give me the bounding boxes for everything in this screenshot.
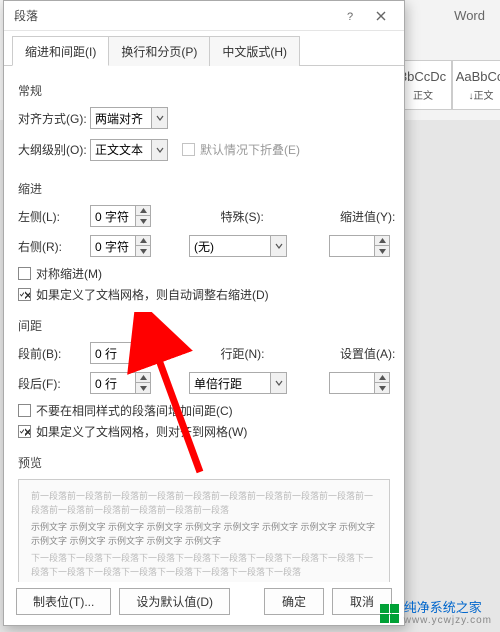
spacing-at-label: 设置值(A): bbox=[340, 345, 390, 362]
chevron-down-icon[interactable] bbox=[270, 236, 286, 256]
watermark-logo-icon bbox=[380, 604, 399, 623]
checkbox-icon bbox=[18, 267, 31, 280]
tab-line-page-breaks[interactable]: 换行和分页(P) bbox=[108, 36, 210, 66]
close-button[interactable] bbox=[366, 3, 396, 29]
collapse-checkbox[interactable]: 默认情况下折叠(E) bbox=[182, 141, 300, 158]
spin-down-icon[interactable] bbox=[375, 246, 389, 256]
spin-up-icon[interactable] bbox=[136, 236, 150, 246]
no-add-space-checkbox[interactable]: 不要在相同样式的段落间增加间距(C) bbox=[18, 402, 390, 419]
spin-up-icon[interactable] bbox=[136, 343, 150, 353]
style-body[interactable]: AaBbCcl ↓正文 bbox=[452, 60, 500, 110]
outline-input[interactable] bbox=[91, 140, 151, 160]
space-before-input[interactable] bbox=[91, 343, 135, 363]
line-spacing-combo[interactable] bbox=[189, 372, 287, 394]
spin-down-icon[interactable] bbox=[136, 246, 150, 256]
titlebar: 段落 ? bbox=[4, 1, 404, 31]
line-spacing-label: 行距(N): bbox=[221, 345, 271, 362]
paragraph-dialog: 段落 ? 缩进和间距(I) 换行和分页(P) 中文版式(H) 常规 对齐方式(G… bbox=[3, 0, 405, 626]
section-general: 常规 bbox=[18, 82, 390, 99]
tab-asian-typography[interactable]: 中文版式(H) bbox=[209, 36, 300, 66]
spin-up-icon[interactable] bbox=[375, 373, 389, 383]
spin-up-icon[interactable] bbox=[136, 206, 150, 216]
space-before-label: 段前(B): bbox=[18, 345, 82, 362]
preview-box: 前一段落前一段落前一段落前一段落前一段落前一段落前一段落前一段落前一段落前一段落… bbox=[18, 479, 390, 582]
preview-after: 下一段落下一段落下一段落下一段落下一段落下一段落下一段落下一段落下一段落下一段落… bbox=[31, 552, 377, 579]
checkbox-icon bbox=[18, 404, 31, 417]
style-gallery: 3bCcDc 正文 AaBbCcl ↓正文 bbox=[394, 60, 500, 110]
tabstrip: 缩进和间距(I) 换行和分页(P) 中文版式(H) bbox=[4, 31, 404, 66]
indent-left-spinner[interactable] bbox=[90, 205, 151, 227]
app-title-fragment: Word bbox=[454, 8, 485, 23]
space-after-input[interactable] bbox=[91, 373, 135, 393]
checkbox-icon bbox=[182, 143, 195, 156]
tabs-button[interactable]: 制表位(T)... bbox=[16, 588, 111, 615]
dialog-content: 常规 对齐方式(G): 大纲级别(O): 默认情况下折叠(E) 缩进 左侧(L)… bbox=[4, 66, 404, 582]
help-button[interactable]: ? bbox=[336, 3, 366, 29]
chevron-down-icon[interactable] bbox=[151, 140, 167, 160]
alignment-label: 对齐方式(G): bbox=[18, 110, 82, 127]
indent-by-input[interactable] bbox=[330, 236, 374, 256]
spacing-at-spinner[interactable] bbox=[329, 372, 390, 394]
special-combo[interactable] bbox=[189, 235, 287, 257]
snap-grid-checkbox[interactable]: 如果定义了文档网格，则对齐到网格(W) bbox=[18, 423, 390, 440]
spacing-at-input[interactable] bbox=[330, 373, 374, 393]
preview-before: 前一段落前一段落前一段落前一段落前一段落前一段落前一段落前一段落前一段落前一段落… bbox=[31, 490, 377, 517]
space-after-spinner[interactable] bbox=[90, 372, 151, 394]
section-indent: 缩进 bbox=[18, 180, 390, 197]
preview-sample: 示例文字 示例文字 示例文字 示例文字 示例文字 示例文字 示例文字 示例文字 … bbox=[31, 521, 377, 548]
auto-adjust-checkbox[interactable]: 如果定义了文档网格，则自动调整右缩进(D) bbox=[18, 286, 390, 303]
set-default-button[interactable]: 设为默认值(D) bbox=[119, 588, 230, 615]
special-label: 特殊(S): bbox=[221, 208, 271, 225]
alignment-combo[interactable] bbox=[90, 107, 168, 129]
dialog-buttons: 制表位(T)... 设为默认值(D) 确定 取消 bbox=[4, 582, 404, 625]
watermark: 纯净系统之家 www.ycwjzy.com bbox=[380, 601, 492, 626]
watermark-url: www.ycwjzy.com bbox=[404, 615, 492, 626]
chevron-down-icon[interactable] bbox=[151, 108, 167, 128]
dialog-title: 段落 bbox=[14, 7, 336, 24]
snap-grid-label: 如果定义了文档网格，则对齐到网格(W) bbox=[36, 423, 247, 440]
auto-adjust-label: 如果定义了文档网格，则自动调整右缩进(D) bbox=[36, 286, 269, 303]
indent-right-label: 右侧(R): bbox=[18, 238, 82, 255]
tab-indent-spacing[interactable]: 缩进和间距(I) bbox=[12, 36, 109, 66]
checkbox-checked-icon bbox=[18, 288, 31, 301]
indent-by-spinner[interactable] bbox=[329, 235, 390, 257]
indent-left-input[interactable] bbox=[91, 206, 135, 226]
no-add-space-label: 不要在相同样式的段落间增加间距(C) bbox=[36, 402, 233, 419]
alignment-input[interactable] bbox=[91, 108, 151, 128]
line-spacing-input[interactable] bbox=[190, 373, 270, 393]
space-after-label: 段后(F): bbox=[18, 375, 82, 392]
outline-combo[interactable] bbox=[90, 139, 168, 161]
collapse-label: 默认情况下折叠(E) bbox=[200, 141, 300, 158]
special-input[interactable] bbox=[190, 236, 270, 256]
indent-right-spinner[interactable] bbox=[90, 235, 151, 257]
mirror-indent-label: 对称缩进(M) bbox=[36, 265, 102, 282]
section-spacing: 间距 bbox=[18, 317, 390, 334]
section-preview: 预览 bbox=[18, 454, 390, 471]
checkbox-checked-icon bbox=[18, 425, 31, 438]
indent-by-label: 缩进值(Y): bbox=[340, 208, 390, 225]
spin-down-icon[interactable] bbox=[136, 383, 150, 393]
spin-down-icon[interactable] bbox=[375, 383, 389, 393]
spin-down-icon[interactable] bbox=[136, 216, 150, 226]
indent-right-input[interactable] bbox=[91, 236, 135, 256]
chevron-down-icon[interactable] bbox=[270, 373, 286, 393]
spin-up-icon[interactable] bbox=[375, 236, 389, 246]
svg-text:?: ? bbox=[347, 11, 353, 22]
ok-button[interactable]: 确定 bbox=[264, 588, 324, 615]
spin-up-icon[interactable] bbox=[136, 373, 150, 383]
watermark-name: 纯净系统之家 bbox=[404, 601, 492, 615]
spin-down-icon[interactable] bbox=[136, 353, 150, 363]
outline-label: 大纲级别(O): bbox=[18, 141, 82, 158]
space-before-spinner[interactable] bbox=[90, 342, 151, 364]
mirror-indent-checkbox[interactable]: 对称缩进(M) bbox=[18, 265, 390, 282]
indent-left-label: 左侧(L): bbox=[18, 208, 82, 225]
